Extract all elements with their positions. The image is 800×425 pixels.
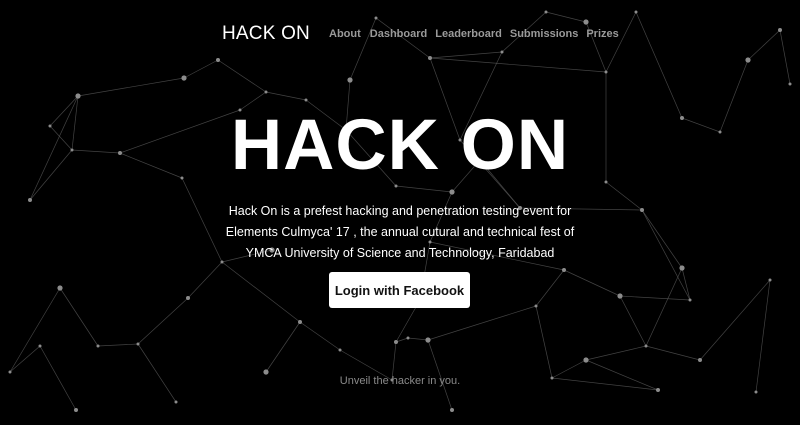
network-link xyxy=(645,267,683,347)
network-node xyxy=(754,390,758,394)
network-node xyxy=(8,370,12,374)
network-link xyxy=(585,345,647,361)
network-node xyxy=(57,285,63,291)
network-link xyxy=(681,267,691,301)
network-node xyxy=(640,208,644,212)
network-node xyxy=(304,98,308,102)
network-node xyxy=(656,388,660,392)
login-with-facebook-button[interactable]: Login with Facebook xyxy=(329,272,470,308)
network-link xyxy=(641,209,691,301)
network-link xyxy=(59,287,99,347)
network-node xyxy=(406,336,410,340)
tagline: Unveil the hacker in you. xyxy=(339,375,461,387)
network-node xyxy=(428,56,432,60)
network-link xyxy=(217,59,267,93)
network-link xyxy=(265,321,301,373)
network-link xyxy=(427,305,537,341)
network-link xyxy=(641,209,683,269)
network-link xyxy=(265,91,307,101)
network-node xyxy=(174,400,178,404)
network-node xyxy=(347,77,353,83)
network-node xyxy=(28,198,32,202)
network-link xyxy=(77,77,185,97)
network-node xyxy=(298,320,302,324)
network-node xyxy=(75,93,81,99)
network-link xyxy=(299,321,341,351)
network-node xyxy=(644,344,648,348)
network-node xyxy=(216,58,220,62)
nav-link-about[interactable]: About xyxy=(329,27,361,41)
nav-link-dashboard[interactable]: Dashboard xyxy=(370,27,427,41)
network-node xyxy=(679,265,685,271)
nav-link-prizes[interactable]: Prizes xyxy=(586,27,618,41)
network-node xyxy=(263,369,269,375)
network-node xyxy=(562,268,566,272)
network-link xyxy=(221,261,301,323)
network-link xyxy=(545,11,587,23)
network-node xyxy=(74,408,78,412)
network-node xyxy=(264,90,268,94)
network-link xyxy=(137,343,177,403)
network-link xyxy=(645,345,701,361)
network-link xyxy=(183,59,219,79)
network-link xyxy=(563,269,621,297)
nav-link-submissions[interactable]: Submissions xyxy=(510,27,578,41)
network-node xyxy=(374,16,378,20)
network-node xyxy=(604,70,608,74)
brand-logo[interactable]: HACK ON xyxy=(222,22,310,46)
network-node xyxy=(583,357,589,363)
network-node xyxy=(768,278,772,282)
network-link xyxy=(407,337,429,341)
network-node xyxy=(544,10,548,14)
network-link xyxy=(619,295,691,301)
network-link xyxy=(9,287,61,373)
hero-title: HACK ON xyxy=(230,106,570,185)
network-link xyxy=(535,269,565,307)
network-node xyxy=(634,10,638,14)
network-node xyxy=(38,344,42,348)
network-link xyxy=(699,279,771,361)
network-link xyxy=(137,297,189,345)
network-link xyxy=(187,261,223,299)
network-node xyxy=(745,57,751,63)
network-node xyxy=(688,298,692,302)
network-node xyxy=(698,358,702,362)
page: HACK ON About Dashboard Leaderboard Subm… xyxy=(0,0,800,425)
network-node xyxy=(136,342,140,346)
network-link xyxy=(535,305,553,379)
network-node xyxy=(181,75,187,81)
nav-links: About Dashboard Leaderboard Submissions … xyxy=(329,27,619,41)
network-node xyxy=(425,337,431,343)
network-node xyxy=(186,296,190,300)
network-node xyxy=(449,189,455,195)
network-node xyxy=(96,344,100,348)
network-link xyxy=(429,51,503,59)
network-node xyxy=(534,304,538,308)
network-node xyxy=(338,348,342,352)
network-node xyxy=(500,50,504,54)
nav-link-leaderboard[interactable]: Leaderboard xyxy=(435,27,502,41)
network-node xyxy=(394,340,398,344)
network-link xyxy=(429,57,607,73)
network-node xyxy=(617,293,623,299)
navbar: HACK ON About Dashboard Leaderboard Subm… xyxy=(0,22,800,46)
network-link xyxy=(9,345,41,373)
hero-description: Hack On is a prefest hacking and penetra… xyxy=(225,204,575,260)
network-link xyxy=(97,343,139,347)
network-node xyxy=(450,408,454,412)
network-node xyxy=(788,82,792,86)
network-link xyxy=(619,295,647,347)
